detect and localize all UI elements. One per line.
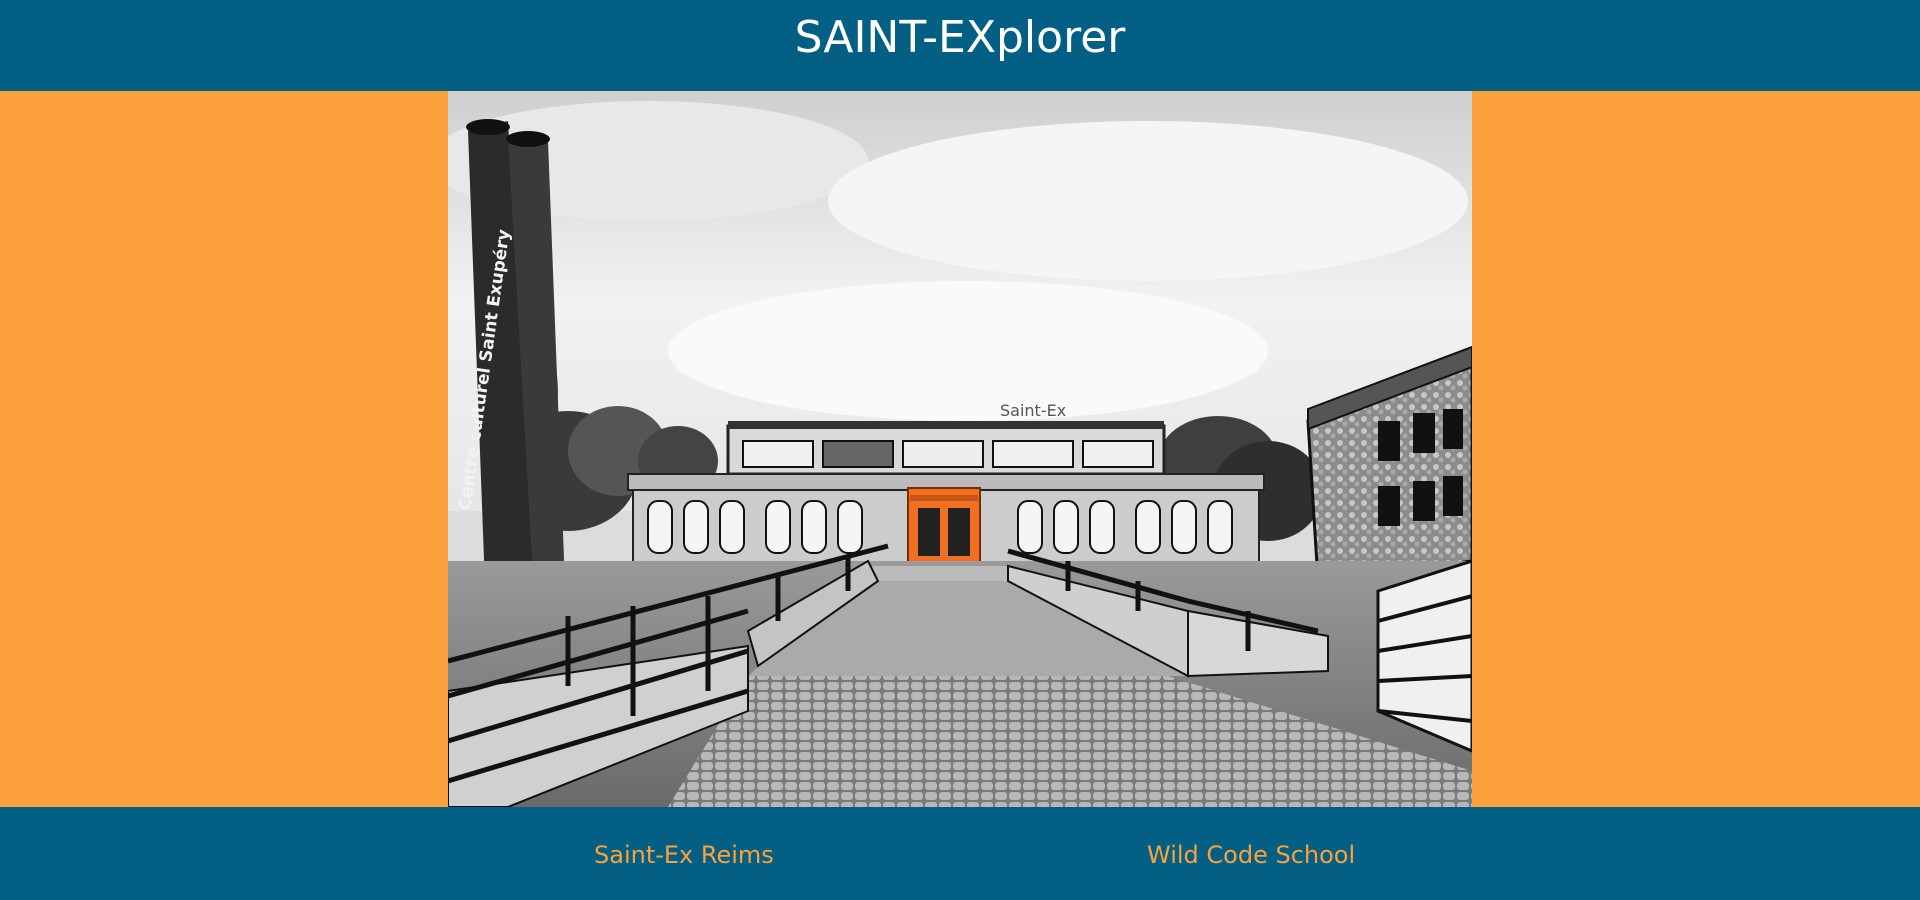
site-footer: Saint-Ex Reims Wild Code School <box>0 807 1920 900</box>
entrance-door <box>907 487 981 567</box>
footer-link-saint-ex-reims[interactable]: Saint-Ex Reims <box>594 841 774 869</box>
page: SAINT-EXplorer Saint-Ex Centre culturel … <box>0 0 1920 900</box>
site-header: SAINT-EXplorer <box>0 0 1920 91</box>
hero-image: Saint-Ex Centre culturel Saint Exupéry <box>448 91 1472 807</box>
site-title: SAINT-EXplorer <box>794 12 1126 63</box>
footer-link-wild-code-school[interactable]: Wild Code School <box>1147 841 1355 869</box>
roof-sign: Saint-Ex <box>1000 401 1066 420</box>
hero-photo-illustration: Saint-Ex Centre culturel Saint Exupéry <box>448 91 1472 807</box>
